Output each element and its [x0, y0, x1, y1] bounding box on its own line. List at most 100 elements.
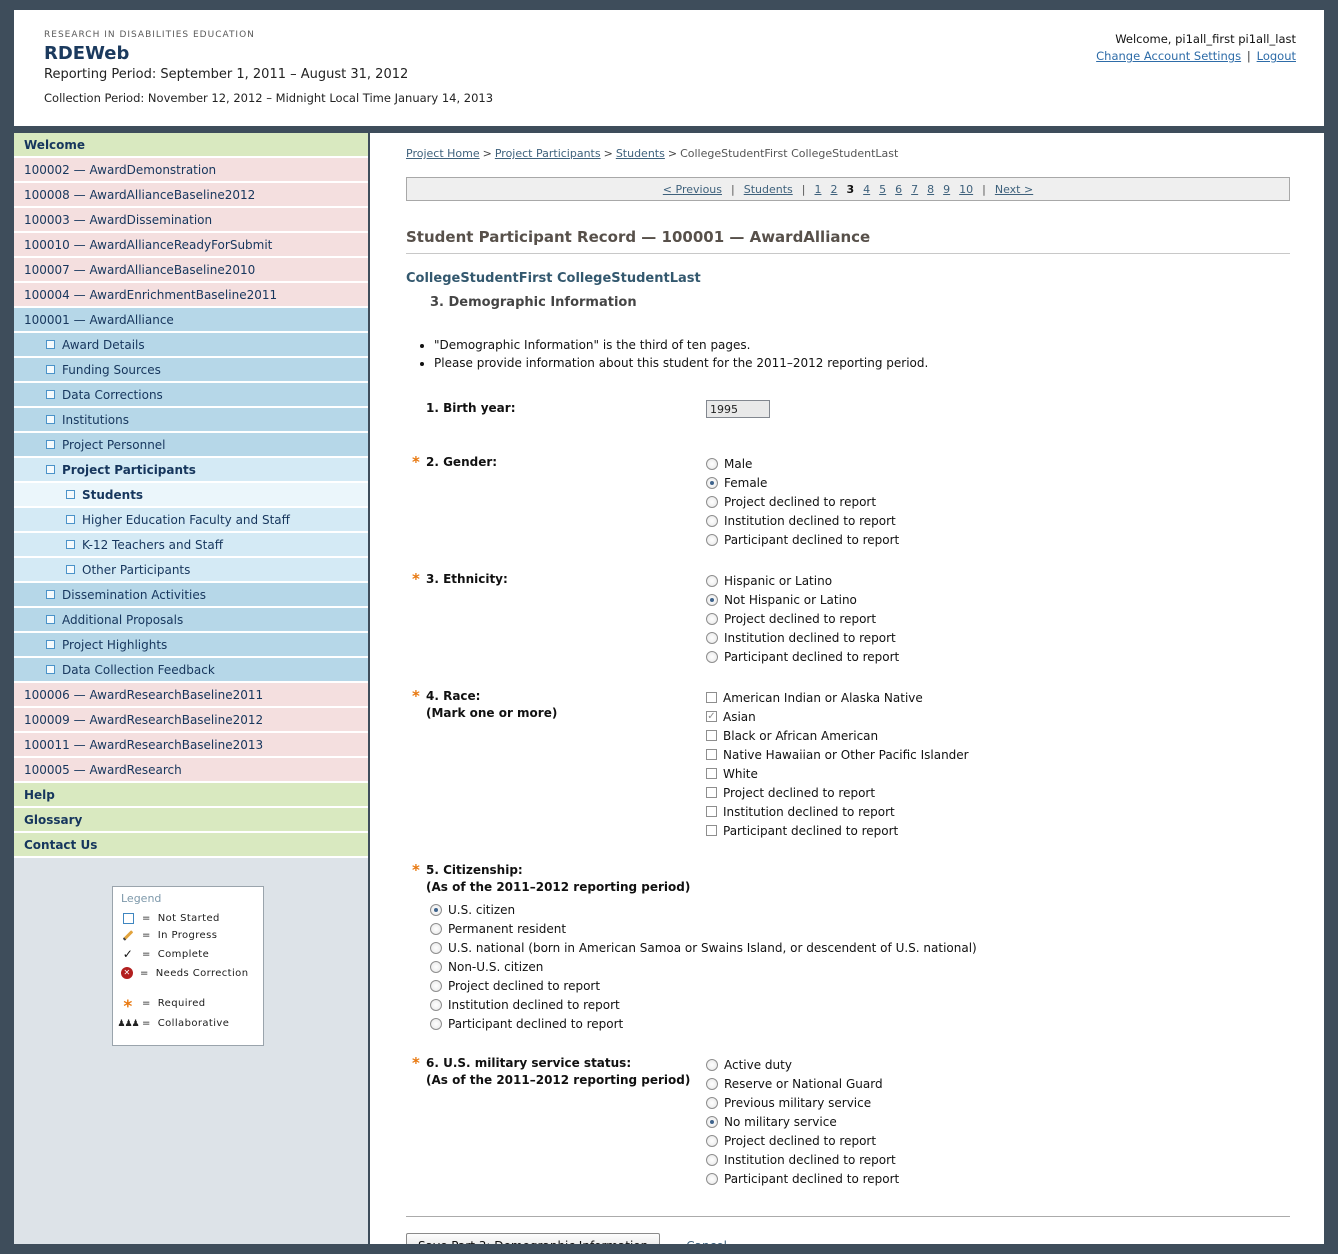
- sidebar-item-students[interactable]: Students: [14, 483, 368, 508]
- sidebar-item-k-12-teachers-and-staff[interactable]: K-12 Teachers and Staff: [14, 533, 368, 558]
- radio-institution-declined-to-report[interactable]: [706, 515, 718, 527]
- sidebar-item-project-highlights[interactable]: Project Highlights: [14, 633, 368, 658]
- sidebar-item-100001-awardalliance[interactable]: 100001 — AwardAlliance: [14, 308, 368, 333]
- sidebar-item-data-collection-feedback[interactable]: Data Collection Feedback: [14, 658, 368, 683]
- sidebar-item-additional-proposals[interactable]: Additional Proposals: [14, 608, 368, 633]
- checkbox-asian[interactable]: ✓: [706, 711, 717, 722]
- radio-reserve-or-national-guard[interactable]: [706, 1078, 718, 1090]
- sidebar-item-data-corrections[interactable]: Data Corrections: [14, 383, 368, 408]
- pager-page-link-1[interactable]: 1: [814, 183, 821, 196]
- radio-participant-declined-to-report[interactable]: [430, 1018, 442, 1030]
- radio-participant-declined-to-report[interactable]: [706, 651, 718, 663]
- sidebar-item-100010-awardalliancereadyforsubmit[interactable]: 100010 — AwardAllianceReadyForSubmit: [14, 233, 368, 258]
- checkbox-participant-declined-to-report[interactable]: [706, 825, 717, 836]
- pager-page-link-10[interactable]: 10: [959, 183, 973, 196]
- option-label: Institution declined to report: [724, 514, 896, 528]
- checkbox-institution-declined-to-report[interactable]: [706, 806, 717, 817]
- change-account-settings-link[interactable]: Change Account Settings: [1096, 49, 1241, 63]
- radio-no-military-service[interactable]: [706, 1116, 718, 1128]
- sidebar-item-100007-awardalliancebaseline2010[interactable]: 100007 — AwardAllianceBaseline2010: [14, 258, 368, 283]
- sidebar-item-welcome[interactable]: Welcome: [14, 133, 368, 158]
- question-sublabel: (As of the 2011–2012 reporting period): [426, 879, 1290, 895]
- sidebar-item-dissemination-activities[interactable]: Dissemination Activities: [14, 583, 368, 608]
- sidebar-item-institutions[interactable]: Institutions: [14, 408, 368, 433]
- option-label: Participant declined to report: [448, 1017, 623, 1031]
- option-row: Male: [706, 454, 899, 473]
- radio-female[interactable]: [706, 477, 718, 489]
- radio-project-declined-to-report[interactable]: [706, 1135, 718, 1147]
- radio-project-declined-to-report[interactable]: [706, 613, 718, 625]
- sidebar-item-label: 100009 — AwardResearchBaseline2012: [24, 713, 263, 727]
- radio-active-duty[interactable]: [706, 1059, 718, 1071]
- sidebar-item-help[interactable]: Help: [14, 783, 368, 808]
- question-label: *2. Gender:: [406, 454, 706, 470]
- logout-link[interactable]: Logout: [1257, 49, 1296, 63]
- sidebar-item-100002-awarddemonstration[interactable]: 100002 — AwardDemonstration: [14, 158, 368, 183]
- radio-institution-declined-to-report[interactable]: [706, 1154, 718, 1166]
- breadcrumb-link-project-participants[interactable]: Project Participants: [495, 147, 601, 160]
- question-options: Hispanic or LatinoNot Hispanic or Latino…: [706, 571, 899, 666]
- radio-not-hispanic-or-latino[interactable]: [706, 594, 718, 606]
- pager-page-link-8[interactable]: 8: [927, 183, 934, 196]
- pager-page-link-5[interactable]: 5: [879, 183, 886, 196]
- radio-u-s-citizen[interactable]: [430, 904, 442, 916]
- checkbox-project-declined-to-report[interactable]: [706, 787, 717, 798]
- radio-non-u-s-citizen[interactable]: [430, 961, 442, 973]
- welcome-text: Welcome, pi1all_first pi1all_last: [1096, 32, 1296, 46]
- sidebar-item-label: 100003 — AwardDissemination: [24, 213, 212, 227]
- checkbox-american-indian-or-alaska-native[interactable]: [706, 692, 717, 703]
- radio-institution-declined-to-report[interactable]: [706, 632, 718, 644]
- radio-participant-declined-to-report[interactable]: [706, 534, 718, 546]
- sidebar-item-award-details[interactable]: Award Details: [14, 333, 368, 358]
- breadcrumb-link-students[interactable]: Students: [616, 147, 665, 160]
- sidebar-item-glossary[interactable]: Glossary: [14, 808, 368, 833]
- option-row: Institution declined to report: [430, 995, 1290, 1014]
- sidebar-item-100004-awardenrichmentbaseline2011[interactable]: 100004 — AwardEnrichmentBaseline2011: [14, 283, 368, 308]
- option-label: White: [723, 767, 758, 781]
- breadcrumb-link-project-home[interactable]: Project Home: [406, 147, 480, 160]
- birth-year-input[interactable]: [706, 400, 770, 418]
- sidebar-item-100006-awardresearchbaseline2011[interactable]: 100006 — AwardResearchBaseline2011: [14, 683, 368, 708]
- checkbox-white[interactable]: [706, 768, 717, 779]
- pager-next-link[interactable]: Next >: [995, 183, 1033, 196]
- radio-hispanic-or-latino[interactable]: [706, 575, 718, 587]
- sidebar-item-higher-education-faculty-and-staff[interactable]: Higher Education Faculty and Staff: [14, 508, 368, 533]
- radio-participant-declined-to-report[interactable]: [706, 1173, 718, 1185]
- option-row: Participant declined to report: [706, 530, 899, 549]
- pager-page-link-6[interactable]: 6: [895, 183, 902, 196]
- sidebar-item-funding-sources[interactable]: Funding Sources: [14, 358, 368, 383]
- footer-divider: [406, 1216, 1290, 1217]
- sidebar-item-label: Data Corrections: [62, 388, 163, 402]
- question-label: 1. Birth year:: [406, 400, 706, 416]
- radio-male[interactable]: [706, 458, 718, 470]
- sidebar-item-project-personnel[interactable]: Project Personnel: [14, 433, 368, 458]
- radio-previous-military-service[interactable]: [706, 1097, 718, 1109]
- option-label: Previous military service: [724, 1096, 871, 1110]
- separator: |: [1247, 49, 1251, 63]
- pager-page-link-2[interactable]: 2: [830, 183, 837, 196]
- sidebar-item-100009-awardresearchbaseline2012[interactable]: 100009 — AwardResearchBaseline2012: [14, 708, 368, 733]
- sidebar-item-100003-awarddissemination[interactable]: 100003 — AwardDissemination: [14, 208, 368, 233]
- sidebar-item-other-participants[interactable]: Other Participants: [14, 558, 368, 583]
- pager-page-link-4[interactable]: 4: [863, 183, 870, 196]
- save-button[interactable]: Save Part 3: Demographic Information: [406, 1233, 660, 1244]
- legend-row: *=Required: [121, 995, 255, 1012]
- sidebar-item-100008-awardalliancebaseline2012[interactable]: 100008 — AwardAllianceBaseline2012: [14, 183, 368, 208]
- pager-page-link-9[interactable]: 9: [943, 183, 950, 196]
- pager-previous-link[interactable]: < Previous: [663, 183, 722, 196]
- radio-u-s-national-born-in-american-samoa-or-swains-island-or-descendent-of-u-s-national[interactable]: [430, 942, 442, 954]
- body: Welcome100002 — AwardDemonstration100008…: [14, 133, 1324, 1244]
- sidebar-item-contact-us[interactable]: Contact Us: [14, 833, 368, 858]
- radio-permanent-resident[interactable]: [430, 923, 442, 935]
- sidebar-item-project-participants[interactable]: Project Participants: [14, 458, 368, 483]
- sidebar-item-100011-awardresearchbaseline2013[interactable]: 100011 — AwardResearchBaseline2013: [14, 733, 368, 758]
- checkbox-black-or-african-american[interactable]: [706, 730, 717, 741]
- sidebar-item-100005-awardresearch[interactable]: 100005 — AwardResearch: [14, 758, 368, 783]
- pager-students-link[interactable]: Students: [744, 183, 793, 196]
- radio-project-declined-to-report[interactable]: [430, 980, 442, 992]
- pager-page-link-7[interactable]: 7: [911, 183, 918, 196]
- radio-institution-declined-to-report[interactable]: [430, 999, 442, 1011]
- radio-project-declined-to-report[interactable]: [706, 496, 718, 508]
- cancel-link[interactable]: Cancel: [686, 1239, 727, 1244]
- checkbox-native-hawaiian-or-other-pacific-islander[interactable]: [706, 749, 717, 760]
